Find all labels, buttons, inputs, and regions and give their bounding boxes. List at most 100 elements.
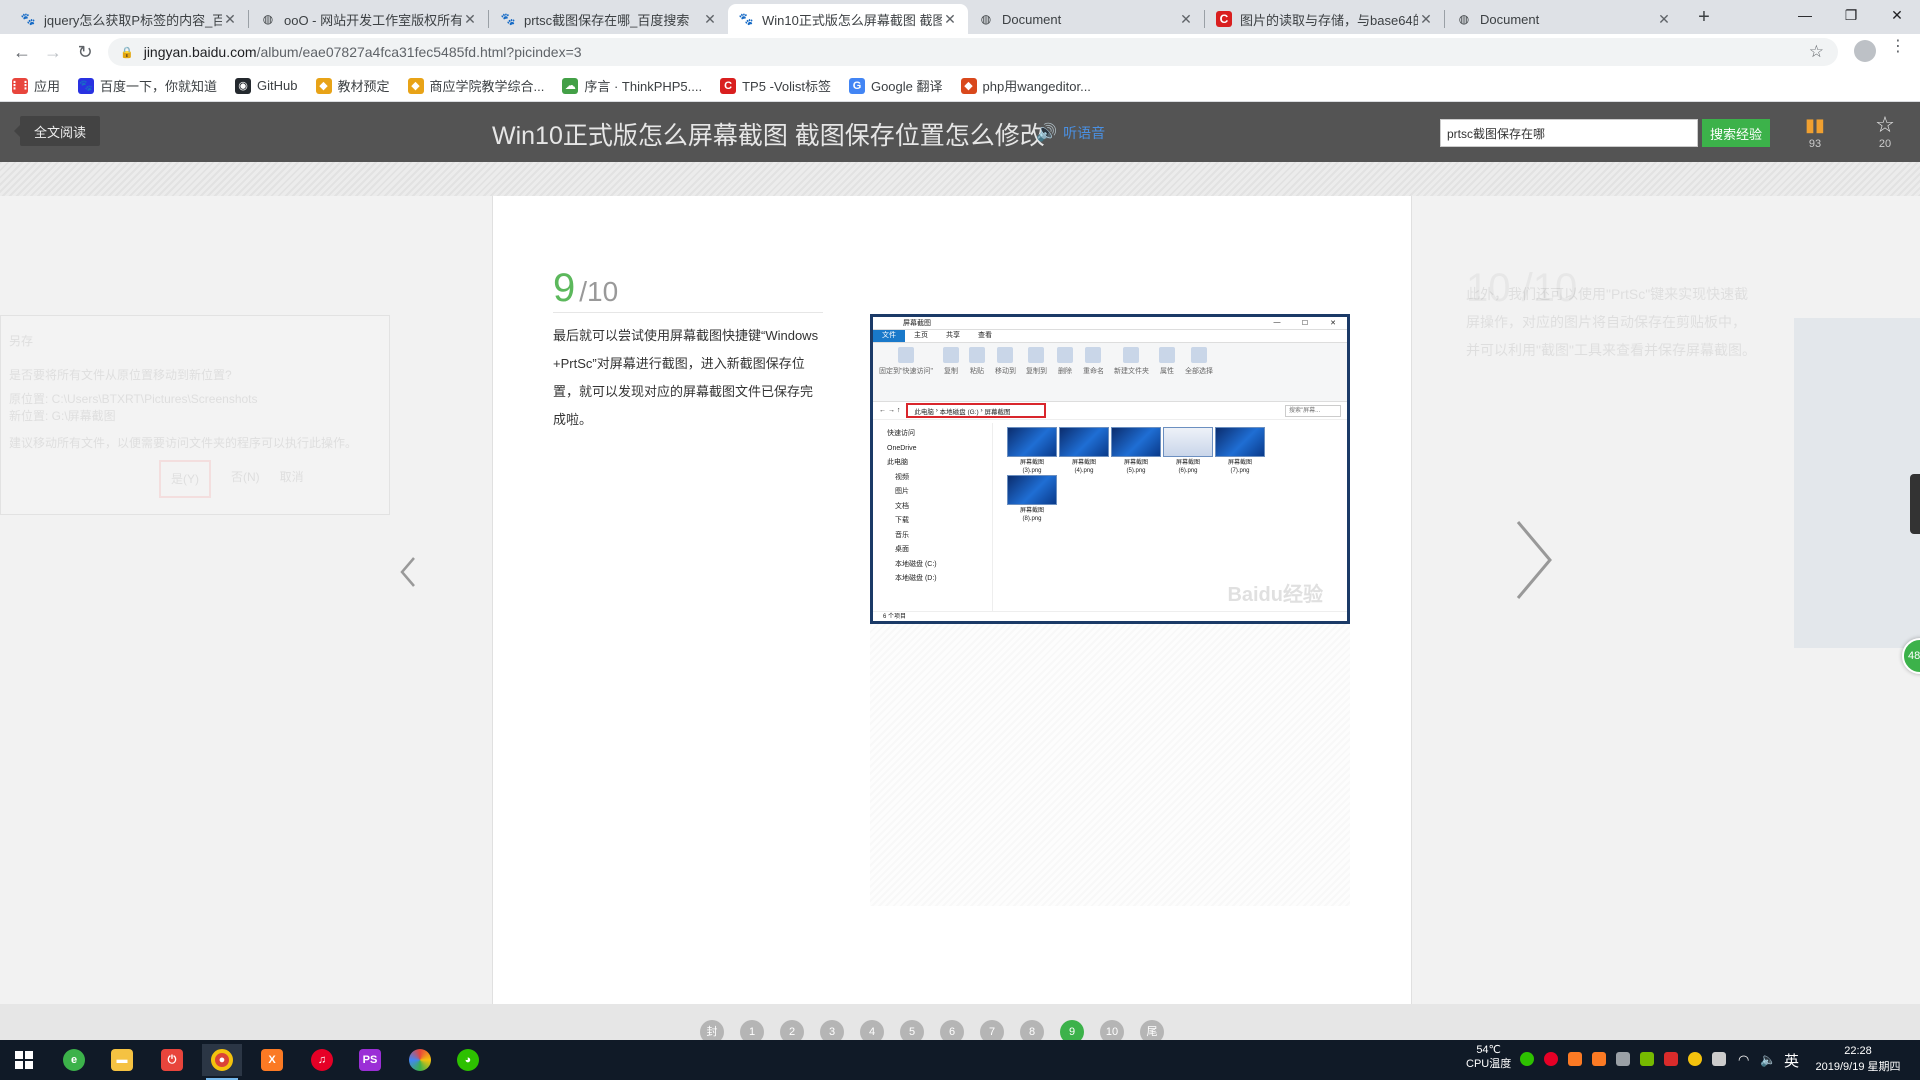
bookmark-icon: ◆	[315, 77, 332, 94]
taskbar-app[interactable]: ♫	[302, 1044, 342, 1076]
read-all-button[interactable]: 全文阅读	[13, 116, 101, 146]
clock-date: 2019/9/19 星期四	[1815, 1061, 1901, 1073]
browser-tab[interactable]: C 图片的读取与存储，与base64的 ✕	[1206, 4, 1444, 34]
new-tab-button[interactable]: +	[1692, 6, 1716, 29]
taskbar-app[interactable]	[400, 1044, 440, 1076]
step-screenshot[interactable]: 屏幕截图 — ☐ ✕ 文件 主页 共享 查看 固定到"快速访问" 复制 粘贴 移动到 复制到…	[870, 314, 1350, 624]
taskbar-app[interactable]: PS	[350, 1044, 390, 1076]
wifi-icon[interactable]: ◠	[1738, 1052, 1749, 1068]
browser-tab-active[interactable]: 🐾 Win10正式版怎么屏幕截图 截图 ✕	[728, 4, 968, 34]
browser-tab[interactable]: 🐾 jquery怎么获取P标签的内容_百度 ✕	[10, 4, 248, 34]
ime-indicator[interactable]: 英	[1784, 1050, 1799, 1071]
ribbon-button: 删除	[1056, 347, 1073, 397]
bookmark-item[interactable]: 🐾 百度一下，你就知道	[78, 76, 217, 95]
bookmark-item[interactable]: ◆ php用wangeditor...	[960, 76, 1091, 95]
csdn-icon: C	[720, 77, 737, 94]
ribbon-button: 移动到	[995, 347, 1016, 397]
minimize-button[interactable]: —	[1782, 0, 1828, 30]
bookmark-item[interactable]: G Google 翻译	[848, 76, 943, 95]
listen-label: 听语音	[1063, 125, 1106, 141]
file-thumbnail: 屏幕截图 (3).png	[1007, 427, 1057, 475]
ribbon-button: 新建文件夹	[1114, 347, 1149, 397]
clock[interactable]: 22:28 2019/9/19 星期四	[1808, 1043, 1908, 1075]
translate-icon: G	[848, 77, 865, 94]
browser-toolbar: ← → ↻ 🔒 jingyan.baidu.com/album/eae07827…	[0, 34, 1920, 70]
bookmark-item[interactable]: ⋮⋮ 应用	[9, 76, 60, 95]
favorite-stat[interactable]: ☆ 20	[1865, 112, 1905, 150]
close-icon[interactable]: ✕	[942, 11, 958, 28]
path-segment: 本地磁盘 (G:)	[939, 408, 979, 416]
bookmark-item[interactable]: ☁ 序言 · ThinkPHP5....	[562, 76, 702, 95]
wechat-tray-icon[interactable]	[1520, 1052, 1534, 1066]
taskbar-app[interactable]: e	[54, 1044, 94, 1076]
search-input[interactable]	[1440, 119, 1698, 147]
taskbar-app[interactable]: ◕	[448, 1044, 488, 1076]
ghost-text: 原位置: C:\Users\BTXRT\Pictures\Screenshots	[9, 392, 258, 406]
tab-title: 图片的读取与存储，与base64的	[1240, 12, 1418, 28]
taskbar-app[interactable]: ▬	[102, 1044, 142, 1076]
profile-avatar[interactable]	[1854, 40, 1876, 62]
previous-arrow-icon[interactable]	[398, 552, 418, 592]
xampp-tray-icon[interactable]	[1592, 1052, 1606, 1066]
step-pager: 封 1 2 3 4 5 6 7 8 9 10 尾	[0, 1004, 1920, 1044]
file-thumbnail: 屏幕截图 (7).png	[1215, 427, 1265, 475]
bookmark-item[interactable]: ◉ GitHub	[235, 77, 298, 94]
xampp-tray-icon[interactable]	[1568, 1052, 1582, 1066]
close-icon[interactable]: ✕	[1418, 11, 1434, 28]
back-button[interactable]: ←	[10, 40, 34, 64]
bookmark-star-icon[interactable]: ☆	[1809, 42, 1824, 62]
netease-tray-icon[interactable]	[1544, 1052, 1558, 1066]
user-tray-icon[interactable]	[1616, 1052, 1630, 1066]
file-thumbnail: 屏幕截图 (8).png	[1007, 475, 1057, 523]
address-bar[interactable]: 🔒 jingyan.baidu.com/album/eae07827a4fca3…	[108, 38, 1838, 66]
close-icon[interactable]: ✕	[462, 11, 478, 28]
views-stat[interactable]: ▮▮ 93	[1795, 112, 1835, 150]
ribbon-button-label: 粘贴	[969, 368, 984, 375]
bar-chart-icon: ▮▮	[1805, 115, 1825, 135]
globe-icon: ◍	[262, 12, 274, 26]
ghost-text: 取消	[279, 470, 304, 484]
ghost-text: 是(Y)	[159, 460, 211, 498]
browser-tab[interactable]: ◍ ooO - 网站开发工作室版权所有 ✕	[250, 4, 488, 34]
color-app-icon	[409, 1049, 431, 1071]
taskbar-app[interactable]: ⏻	[152, 1044, 192, 1076]
side-tab[interactable]	[1910, 474, 1920, 534]
close-icon[interactable]: ✕	[222, 11, 238, 28]
forward-button[interactable]: →	[41, 40, 65, 64]
shield-tray-icon[interactable]	[1688, 1052, 1702, 1066]
browser-tab[interactable]: ◍ Document ✕	[968, 4, 1204, 34]
nvidia-tray-icon[interactable]	[1640, 1052, 1654, 1066]
bookmark-item[interactable]: ◆ 教材预定	[315, 76, 390, 95]
bookmark-item[interactable]: ◆ 商应学院教学综合...	[407, 76, 544, 95]
taskbar-app[interactable]: X	[252, 1044, 292, 1076]
next-arrow-icon[interactable]	[1512, 518, 1556, 602]
tab-title: ooO - 网站开发工作室版权所有	[284, 12, 462, 28]
browser-tab[interactable]: ◍ Document ✕	[1446, 4, 1682, 34]
listen-button[interactable]: 🔊 听语音	[1036, 123, 1105, 143]
file-name: 屏幕截图 (7).png	[1227, 460, 1252, 474]
close-icon[interactable]: ✕	[1178, 11, 1194, 28]
bookmark-label: Google 翻译	[870, 79, 943, 94]
menu-kebab-icon[interactable]: ⋮	[1890, 36, 1906, 56]
cpu-temp[interactable]: 54℃ CPU温度	[1466, 1043, 1511, 1071]
url-host: jingyan.baidu.com	[143, 44, 257, 60]
browser-tab[interactable]: 🐾 prtsc截图保存在哪_百度搜索 ✕	[490, 4, 728, 34]
close-icon[interactable]: ✕	[1656, 11, 1672, 28]
ghost-text: 新位置: G:\屏幕截图	[9, 409, 116, 423]
search-button[interactable]: 搜索经验	[1702, 119, 1770, 147]
maximize-button[interactable]: ❐	[1828, 0, 1874, 30]
ribbon-tab: 主页	[914, 332, 928, 339]
close-icon[interactable]: ✕	[702, 11, 718, 28]
tab-title: jquery怎么获取P标签的内容_百度	[44, 12, 222, 28]
star-icon: ☆	[1875, 112, 1895, 137]
app-tray-icon[interactable]	[1664, 1052, 1678, 1066]
reload-button[interactable]: ↻	[73, 40, 97, 64]
ribbon-button-label: 固定到"快速访问"	[879, 368, 933, 375]
start-button[interactable]	[4, 1044, 44, 1076]
battery-icon[interactable]	[1712, 1052, 1726, 1066]
bookmark-item[interactable]: C TP5 -Volist标签	[720, 76, 831, 95]
volume-icon[interactable]: 🔈	[1760, 1052, 1776, 1068]
taskbar-app-active[interactable]: ●	[202, 1044, 242, 1080]
window-close-button[interactable]: ✕	[1874, 0, 1920, 30]
explorer-nav-item: 此电脑	[887, 459, 908, 466]
